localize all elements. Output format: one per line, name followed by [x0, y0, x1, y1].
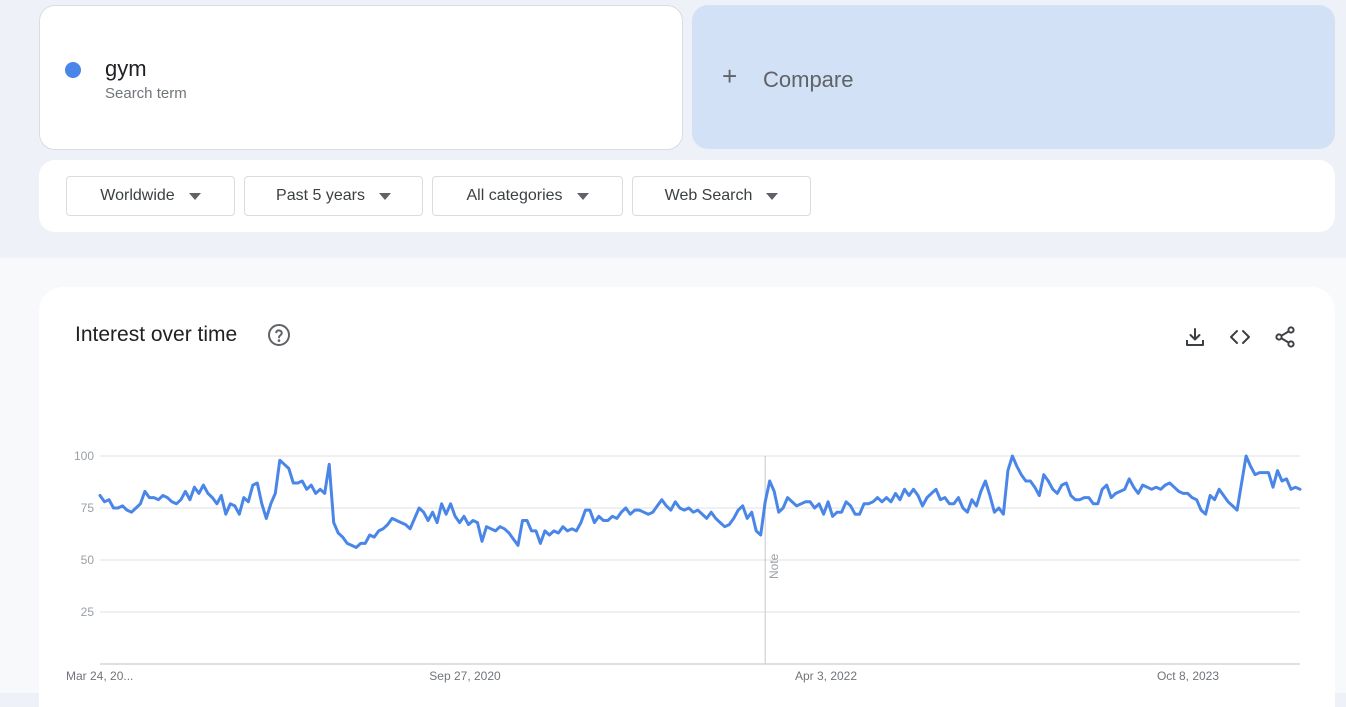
x-tick-label: Oct 8, 2023 — [1157, 669, 1219, 683]
caret-down-icon — [378, 192, 391, 200]
region-filter-dropdown[interactable]: Worldwide — [66, 176, 235, 216]
time-range-filter-dropdown[interactable]: Past 5 years — [244, 176, 423, 216]
interest-over-time-card: Interest over time 25 50 75 100 Note Mar 24, … — [39, 287, 1335, 707]
category-filter-label: All categories — [466, 187, 563, 204]
note-label: Note — [767, 553, 781, 579]
x-tick-label: Sep 27, 2020 — [429, 669, 501, 683]
search-term-name[interactable]: gym — [105, 56, 147, 82]
x-tick-label: Apr 3, 2022 — [795, 669, 857, 683]
search-term-subtitle: Search term — [105, 85, 187, 102]
compare-button[interactable]: + Compare — [692, 5, 1335, 149]
y-tick-label: 100 — [74, 449, 94, 463]
term-color-dot — [65, 62, 81, 78]
plus-icon: + — [722, 61, 738, 91]
caret-down-icon — [576, 192, 589, 200]
compare-label: Compare — [763, 67, 854, 92]
search-type-filter-label: Web Search — [664, 187, 753, 204]
y-tick-label: 50 — [81, 553, 95, 567]
category-filter-dropdown[interactable]: All categories — [432, 176, 623, 216]
caret-down-icon — [766, 192, 779, 200]
y-tick-label: 75 — [81, 501, 95, 515]
y-tick-label: 25 — [81, 605, 95, 619]
search-type-filter-dropdown[interactable]: Web Search — [632, 176, 811, 216]
series-line-gym — [98, 454, 1302, 549]
time-range-filter-label: Past 5 years — [276, 187, 365, 204]
search-term-card[interactable]: gym Search term — [39, 5, 683, 150]
caret-down-icon — [188, 192, 201, 200]
interest-line-chart: 25 50 75 100 Note Mar 24, 20... Sep 27, 2020 Ap… — [66, 449, 1302, 683]
region-filter-label: Worldwide — [100, 187, 175, 204]
x-tick-label: Mar 24, 20... — [66, 669, 133, 683]
filter-bar: Worldwide Past 5 years All categories We… — [39, 160, 1335, 232]
